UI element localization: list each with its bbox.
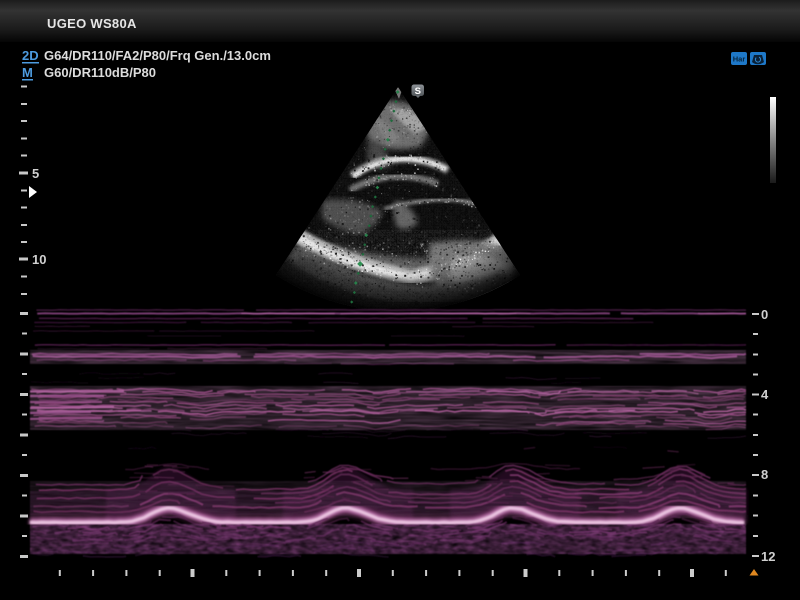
svg-text:5: 5 bbox=[32, 166, 39, 181]
svg-text:8: 8 bbox=[761, 467, 768, 482]
svg-text:2D: 2D bbox=[22, 48, 39, 63]
svg-text:S: S bbox=[415, 86, 421, 97]
svg-text:UGEO WS80A: UGEO WS80A bbox=[47, 16, 137, 31]
svg-text:Har: Har bbox=[733, 55, 746, 64]
svg-text:M: M bbox=[22, 65, 33, 80]
svg-text:G60/DR110dB/P80: G60/DR110dB/P80 bbox=[44, 65, 156, 80]
svg-text:4: 4 bbox=[761, 387, 769, 402]
svg-text:0: 0 bbox=[761, 307, 768, 322]
svg-text:10: 10 bbox=[32, 252, 46, 267]
svg-text:G64/DR110/FA2/P80/Frq Gen./13.: G64/DR110/FA2/P80/Frq Gen./13.0cm bbox=[44, 48, 271, 63]
svg-text:12: 12 bbox=[761, 549, 775, 564]
